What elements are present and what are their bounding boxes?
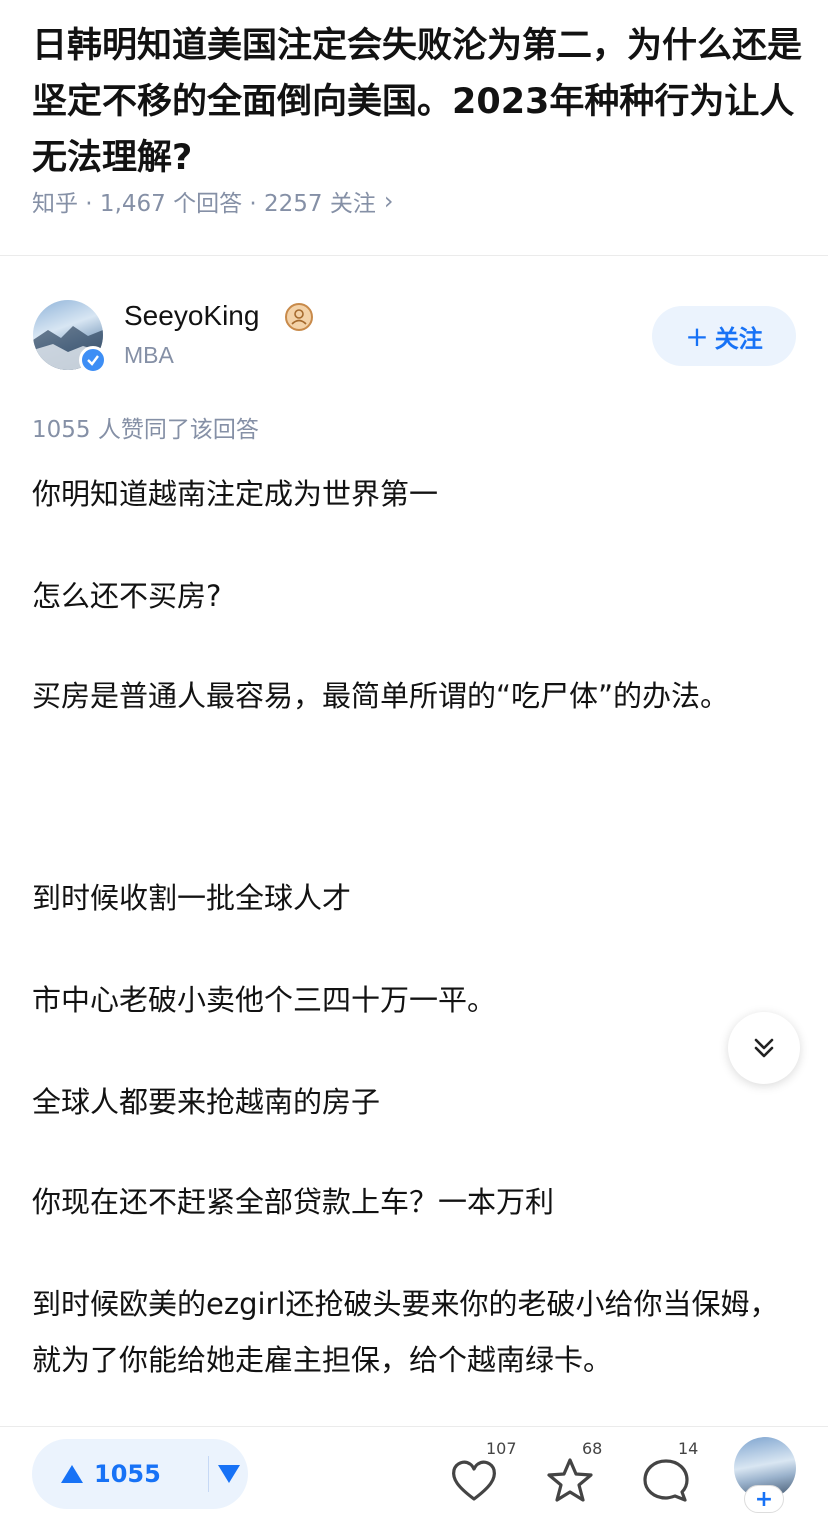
follow-button[interactable]: + 关注 (652, 306, 796, 366)
like-button[interactable]: 107 (446, 1439, 517, 1513)
favorite-button[interactable]: 68 (542, 1439, 602, 1513)
author-name[interactable]: SeeyoKing (124, 300, 259, 332)
answer-paragraph: 到时候收割一批全球人才 (32, 881, 352, 915)
upvote-button[interactable]: 1055 (32, 1439, 180, 1509)
comment-button[interactable]: 14 (638, 1439, 698, 1513)
author-headline: MBA (124, 342, 174, 368)
heart-icon (452, 1460, 496, 1501)
verified-badge-icon (79, 346, 107, 374)
answer-paragraph: 全球人都要来抢越南的房子 (32, 1085, 381, 1119)
question-meta[interactable]: 知乎 · 1,467 个回答 · 2257 关注 › (32, 184, 393, 218)
downvote-icon (217, 1465, 240, 1483)
answer-paragraph: 你明知道越南注定成为世界第一 (32, 477, 439, 511)
comment-icon (643, 1459, 689, 1502)
question-meta-text: 知乎 · 1,467 个回答 · 2257 关注 (32, 191, 376, 217)
like-count: 107 (486, 1439, 517, 1458)
answer-paragraph: 市中心老破小卖他个三四十万一平。 (32, 983, 497, 1017)
upvote-count: 1055 (94, 1460, 161, 1488)
comment-count: 14 (678, 1439, 699, 1458)
header-divider (0, 255, 828, 256)
answer-paragraph: 买房是普通人最容易，最简单所谓的“吃尸体”的办法。 (32, 679, 730, 713)
star-icon (547, 1458, 593, 1502)
answer-paragraph: 你现在还不赶紧全部贷款上车？一本万利 (32, 1185, 555, 1219)
scroll-down-icon (754, 1038, 774, 1058)
scroll-down-button[interactable] (728, 1012, 800, 1084)
downvote-button[interactable] (209, 1439, 248, 1509)
question-title[interactable]: 日韩明知道美国注定会失败沦为第二，为什么还是坚定不移的全面倒向美国。2023年种… (32, 18, 802, 186)
upvote-icon (61, 1465, 83, 1483)
plus-icon: + (685, 319, 709, 353)
medal-icon (285, 303, 313, 331)
vote-control: 1055 (32, 1439, 248, 1509)
add-account-button[interactable]: + (744, 1485, 784, 1513)
follow-label: 关注 (714, 324, 763, 353)
favorite-count: 68 (582, 1439, 603, 1458)
bottom-action-bar: 1055 107 68 14 + (0, 1426, 828, 1523)
answer-paragraph: 怎么还不买房? (32, 579, 222, 613)
answer-paragraph: 到时候欧美的ezgirl还抢破头要来你的老破小给你当保姆，就为了你能给她走雇主担… (32, 1287, 779, 1377)
author-avatar[interactable] (33, 300, 107, 374)
vote-summary: 1055 人赞同了该回答 (32, 417, 259, 443)
chevron-right-icon: › (383, 187, 394, 215)
